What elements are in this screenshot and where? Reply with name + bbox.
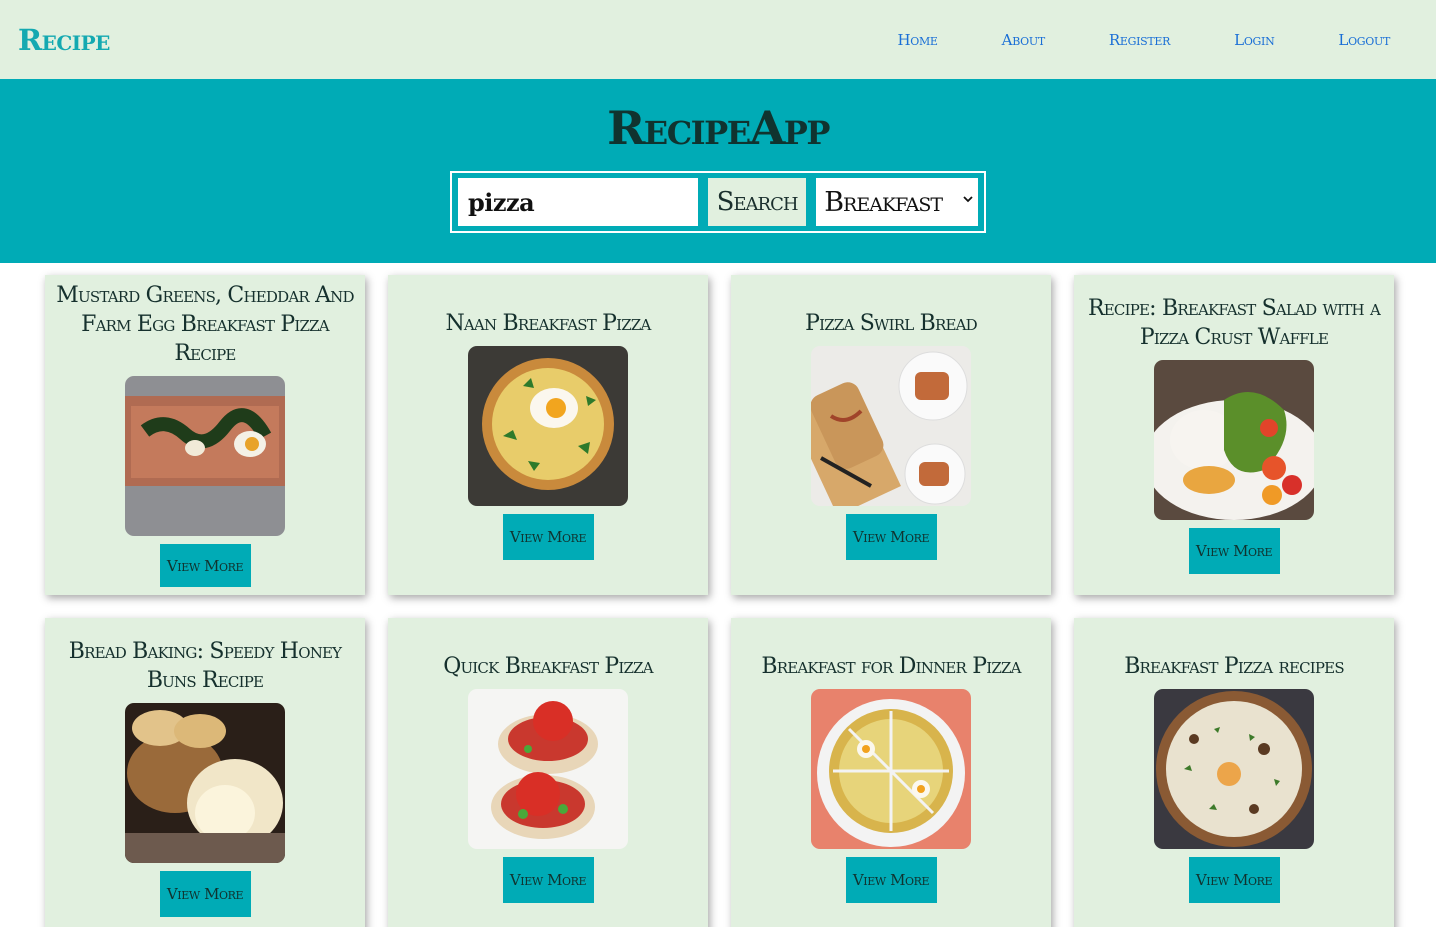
recipe-image [811,688,971,849]
recipe-card: Pizza Swirl Bread View More [731,275,1051,595]
search-input[interactable] [458,178,698,226]
brand-logo[interactable]: Recipe [18,23,110,57]
recipe-image [468,688,628,849]
nav-link-register[interactable]: Register [1109,31,1171,49]
recipe-title: Naan Breakfast Pizza [445,310,651,336]
nav-link-about[interactable]: About [1002,31,1046,49]
view-more-button[interactable]: View More [159,871,251,917]
recipe-card: Bread Baking: Speedy Honey Buns Recipe V… [45,618,365,927]
chevron-down-icon [963,192,973,207]
recipe-title: Breakfast for Dinner Pizza [761,653,1021,679]
recipe-card: Mustard Greens, Cheddar And Farm Egg Bre… [45,275,365,595]
recipe-card: Breakfast for Dinner Pizza View More [731,618,1051,927]
recipe-image [811,345,971,506]
view-more-button[interactable]: View More [159,544,251,587]
recipe-card: Naan Breakfast Pizza View More [388,275,708,595]
recipe-title: Quick Breakfast Pizza [443,653,653,679]
search-form: Search Breakfast [450,171,986,233]
view-more-button[interactable]: View More [845,856,937,903]
view-more-button[interactable]: View More [502,513,594,560]
recipe-image [1154,688,1314,849]
nav-link-logout[interactable]: Logout [1338,31,1390,49]
recipe-title: Breakfast Pizza recipes [1124,653,1344,679]
view-more-button[interactable]: View More [1188,528,1280,574]
recipe-title: Pizza Swirl Bread [805,310,978,336]
category-selected-value: Breakfast [824,186,943,218]
view-more-button[interactable]: View More [845,513,937,560]
recipe-title: Mustard Greens, Cheddar And Farm Egg Bre… [56,283,354,366]
search-button[interactable]: Search [708,178,807,226]
category-select[interactable]: Breakfast [816,178,978,226]
nav-link-home[interactable]: Home [897,31,938,49]
recipe-card: Quick Breakfast Pizza View More [388,618,708,927]
view-more-button[interactable]: View More [1188,856,1280,903]
page-title: RecipeApp [607,101,830,155]
recipe-card: Recipe: Breakfast Salad with a Pizza Cru… [1074,275,1394,595]
recipe-image [125,703,285,863]
recipe-image [468,345,628,506]
view-more-button[interactable]: View More [502,856,594,903]
hero-banner: RecipeApp Search Breakfast [0,79,1436,263]
recipe-grid: Mustard Greens, Cheddar And Farm Egg Bre… [0,263,1436,927]
nav-link-login[interactable]: Login [1234,31,1275,49]
recipe-title: Recipe: Breakfast Salad with a Pizza Cru… [1088,296,1381,350]
recipe-image [1154,360,1314,520]
navbar: Recipe Home About Register Login Logout [0,0,1436,79]
recipe-title: Bread Baking: Speedy Honey Buns Recipe [68,639,342,693]
nav-links: Home About Register Login Logout [833,31,1390,49]
recipe-card: Breakfast Pizza recipes View More [1074,618,1394,927]
recipe-image [125,376,285,536]
